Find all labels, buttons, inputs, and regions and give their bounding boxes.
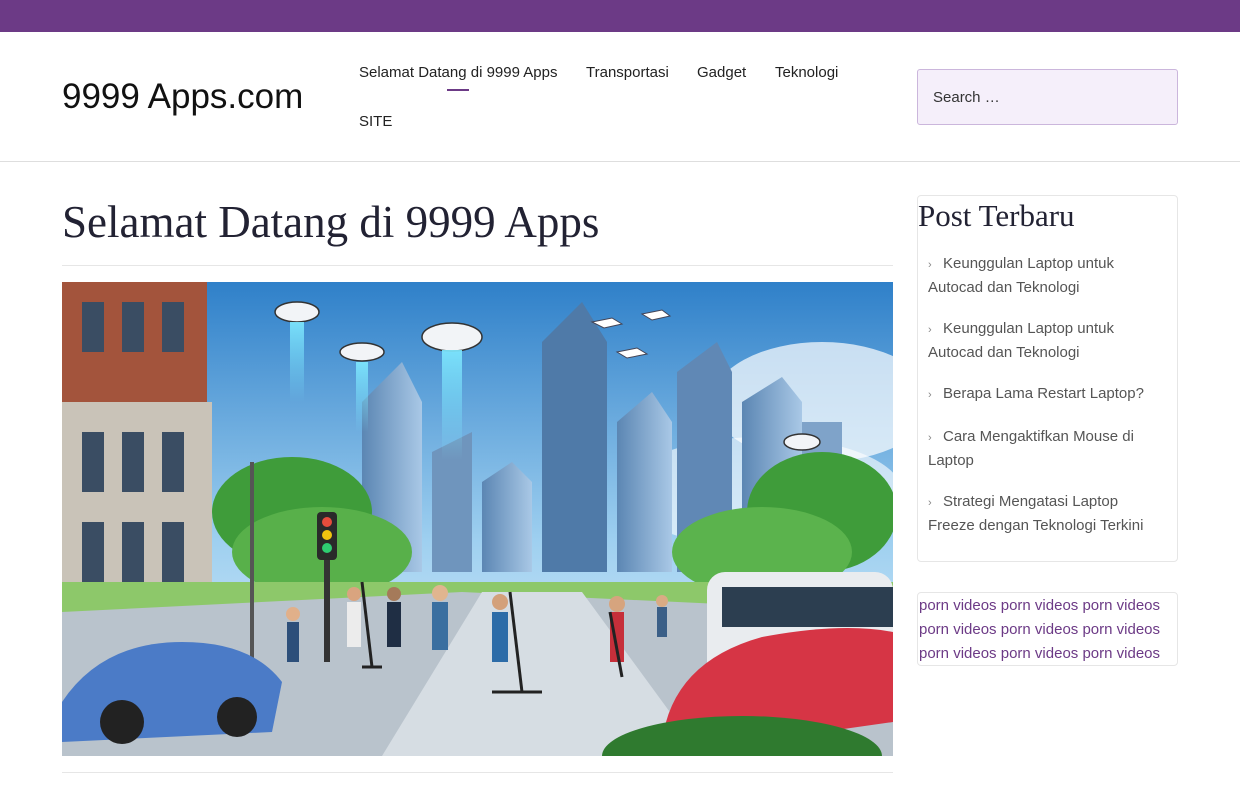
nav-item-teknologi[interactable]: Teknologi — [775, 64, 838, 81]
divider — [62, 265, 893, 266]
nav-item-welcome[interactable]: Selamat Datang di 9999 Apps — [359, 64, 557, 81]
recent-post-link[interactable]: › Cara Mengaktifkan Mouse di Laptop — [928, 426, 1168, 472]
text-link[interactable]: porn videos — [1001, 597, 1079, 614]
text-link[interactable]: porn videos — [1001, 645, 1079, 662]
recent-post-link[interactable]: › Keunggulan Laptop untuk Autocad dan Tek… — [928, 318, 1168, 364]
recent-post-label: Cara Mengaktifkan Mouse di Laptop — [928, 428, 1134, 469]
recent-post-link[interactable]: › Keunggulan Laptop untuk Autocad dan Tek… — [928, 253, 1168, 299]
nav-active-indicator — [447, 89, 469, 91]
recent-post-label: Keunggulan Laptop untuk Autocad dan Tekn… — [928, 255, 1114, 296]
links-text: porn videos porn videos porn videos porn… — [919, 594, 1177, 666]
recent-post-label: Berapa Lama Restart Laptop? — [943, 385, 1144, 402]
text-link[interactable]: porn videos — [919, 645, 997, 662]
recent-post-link[interactable]: › Berapa Lama Restart Laptop? — [928, 383, 1168, 407]
recent-post-link[interactable]: › Strategi Mengatasi Laptop Freeze dengan… — [928, 491, 1168, 537]
chevron-right-icon: › — [928, 497, 932, 509]
featured-image — [62, 282, 893, 756]
site-title-link[interactable]: 9999 Apps.com — [62, 77, 303, 117]
search-input[interactable] — [917, 69, 1178, 125]
recent-post-label: Strategi Mengatasi Laptop Freeze dengan … — [928, 493, 1144, 534]
chevron-right-icon: › — [928, 259, 932, 271]
text-link[interactable]: porn videos — [919, 597, 997, 614]
recent-post-label: Keunggulan Laptop untuk Autocad dan Tekn… — [928, 320, 1114, 361]
text-link[interactable]: porn videos — [1001, 621, 1079, 638]
top-bar — [0, 0, 1240, 32]
text-link[interactable]: porn videos — [1082, 597, 1160, 614]
text-link[interactable]: porn videos — [919, 621, 997, 638]
recent-posts-widget: Post Terbaru › Keunggulan Laptop untuk Au… — [917, 195, 1178, 562]
chevron-right-icon: › — [928, 432, 932, 444]
text-link[interactable]: porn videos — [1082, 621, 1160, 638]
nav-item-gadget[interactable]: Gadget — [697, 64, 746, 81]
divider — [62, 772, 893, 773]
chevron-right-icon: › — [928, 389, 932, 401]
widget-title: Post Terbaru — [918, 198, 1075, 233]
nav-item-site[interactable]: SITE — [359, 113, 392, 130]
page-title: Selamat Datang di 9999 Apps — [62, 197, 600, 247]
nav-item-transportasi[interactable]: Transportasi — [586, 64, 669, 81]
chevron-right-icon: › — [928, 324, 932, 336]
text-link[interactable]: porn videos — [1082, 645, 1160, 662]
links-widget: porn videos porn videos porn videos porn… — [917, 592, 1178, 666]
